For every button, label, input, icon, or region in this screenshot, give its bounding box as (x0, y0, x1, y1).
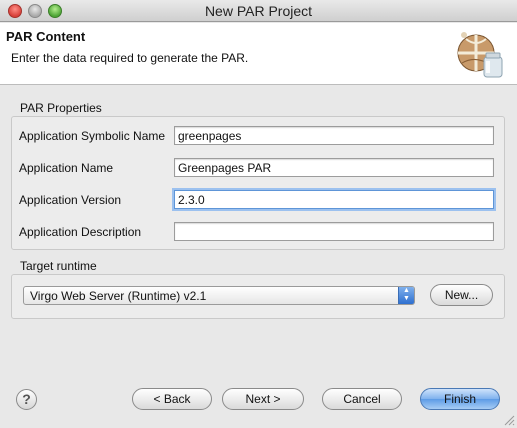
application-name-label: Application Name (19, 161, 114, 175)
application-name-input[interactable] (174, 158, 494, 177)
par-properties-label: PAR Properties (20, 101, 102, 115)
chevron-updown-icon: ▲ ▼ (398, 287, 414, 304)
next-button[interactable]: Next > (222, 388, 304, 410)
dialog-window: New PAR Project PAR Content Enter the da… (0, 0, 517, 428)
target-runtime-select[interactable]: Virgo Web Server (Runtime) v2.1 ▲ ▼ (23, 286, 415, 305)
application-version-label: Application Version (19, 193, 122, 207)
target-runtime-selected: Virgo Web Server (Runtime) v2.1 (30, 289, 207, 303)
window-title: New PAR Project (204, 3, 313, 19)
question-mark-icon: ? (22, 391, 31, 407)
target-runtime-label: Target runtime (20, 259, 97, 273)
symbolic-name-label: Application Symbolic Name (19, 129, 166, 143)
help-button[interactable]: ? (16, 389, 37, 410)
resize-grip-icon[interactable] (503, 414, 515, 426)
page-description: Enter the data required to generate the … (11, 51, 249, 65)
wizard-header: PAR Content Enter the data required to g… (0, 23, 517, 85)
back-button[interactable]: < Back (132, 388, 212, 410)
par-archive-icon (457, 32, 503, 78)
finish-button[interactable]: Finish (420, 388, 500, 410)
application-description-label: Application Description (19, 225, 142, 239)
application-version-input[interactable] (174, 190, 494, 209)
symbolic-name-input[interactable] (174, 126, 494, 145)
new-runtime-button[interactable]: New... (430, 284, 493, 306)
application-description-input[interactable] (174, 222, 494, 241)
page-title: PAR Content (6, 29, 86, 44)
cancel-button[interactable]: Cancel (322, 388, 402, 410)
title-bar: New PAR Project (0, 0, 517, 22)
